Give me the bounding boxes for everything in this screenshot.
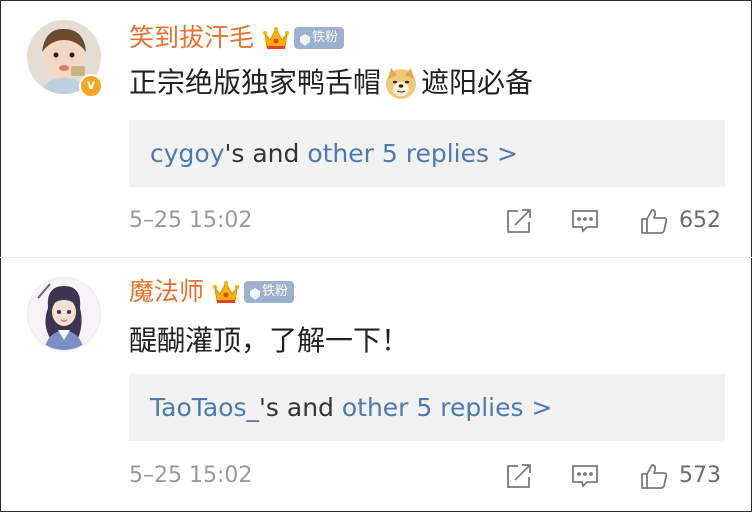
verified-badge: v — [79, 74, 103, 98]
comment-footer: 5–25 15:02 573 — [129, 459, 729, 493]
like-count: 652 — [679, 208, 721, 233]
comment-icon[interactable] — [570, 206, 600, 236]
crown-icon — [212, 279, 240, 305]
more-replies-link[interactable]: other 5 replies > — [307, 139, 518, 168]
comment-item: 魔法师 铁粉 醍醐灌顶，了解一下！ TaoTaos_'s and other 5… — [0, 258, 752, 512]
doge-emoji-icon — [383, 65, 419, 101]
reply-summary[interactable]: TaoTaos_'s and other 5 replies > — [129, 374, 725, 441]
timestamp: 5–25 15:02 — [129, 463, 253, 488]
comment-text: 正宗绝版独家鸭舌帽 遮阳必备 — [129, 64, 533, 102]
comment-footer: 5–25 15:02 652 — [129, 204, 729, 238]
name-row: 笑到拔汗毛 铁粉 — [129, 21, 345, 55]
reply-summary-text: 's and — [259, 393, 342, 422]
comment-icon[interactable] — [570, 461, 600, 491]
comment-text: 醍醐灌顶，了解一下！ — [129, 324, 410, 357]
thumbs-up-icon[interactable] — [639, 461, 669, 491]
share-icon[interactable] — [504, 206, 534, 236]
fan-badge-label: 铁粉 — [262, 284, 289, 299]
timestamp: 5–25 15:02 — [129, 208, 253, 233]
reply-user-link[interactable]: TaoTaos_ — [150, 393, 259, 422]
fan-badge-label: 铁粉 — [312, 30, 339, 45]
fan-badge-icon — [300, 32, 311, 46]
reply-user-link[interactable]: cygoy — [150, 139, 225, 168]
reply-summary-text: 's and — [224, 139, 308, 168]
thumbs-up-icon[interactable] — [639, 206, 669, 236]
reply-summary[interactable]: cygoy's and other 5 replies > — [129, 120, 725, 187]
share-icon[interactable] — [504, 461, 534, 491]
comment-text-part: 遮阳必备 — [421, 66, 534, 99]
crown-icon — [262, 25, 290, 51]
fan-badge: 铁粉 — [294, 27, 345, 49]
avatar[interactable] — [27, 277, 101, 351]
comment-text-part: 正宗绝版独家鸭舌帽 — [129, 66, 382, 99]
like-count: 573 — [679, 463, 721, 488]
name-row: 魔法师 铁粉 — [129, 275, 295, 309]
fan-badge: 铁粉 — [244, 281, 295, 303]
username[interactable]: 笑到拔汗毛 — [129, 21, 254, 55]
comment-item: v 笑到拔汗毛 铁粉 正宗绝版独家鸭舌帽 遮阳必备 cygoy's and ot… — [0, 0, 752, 258]
fan-badge-icon — [250, 286, 261, 300]
username[interactable]: 魔法师 — [129, 275, 204, 309]
more-replies-link[interactable]: other 5 replies > — [342, 393, 553, 422]
